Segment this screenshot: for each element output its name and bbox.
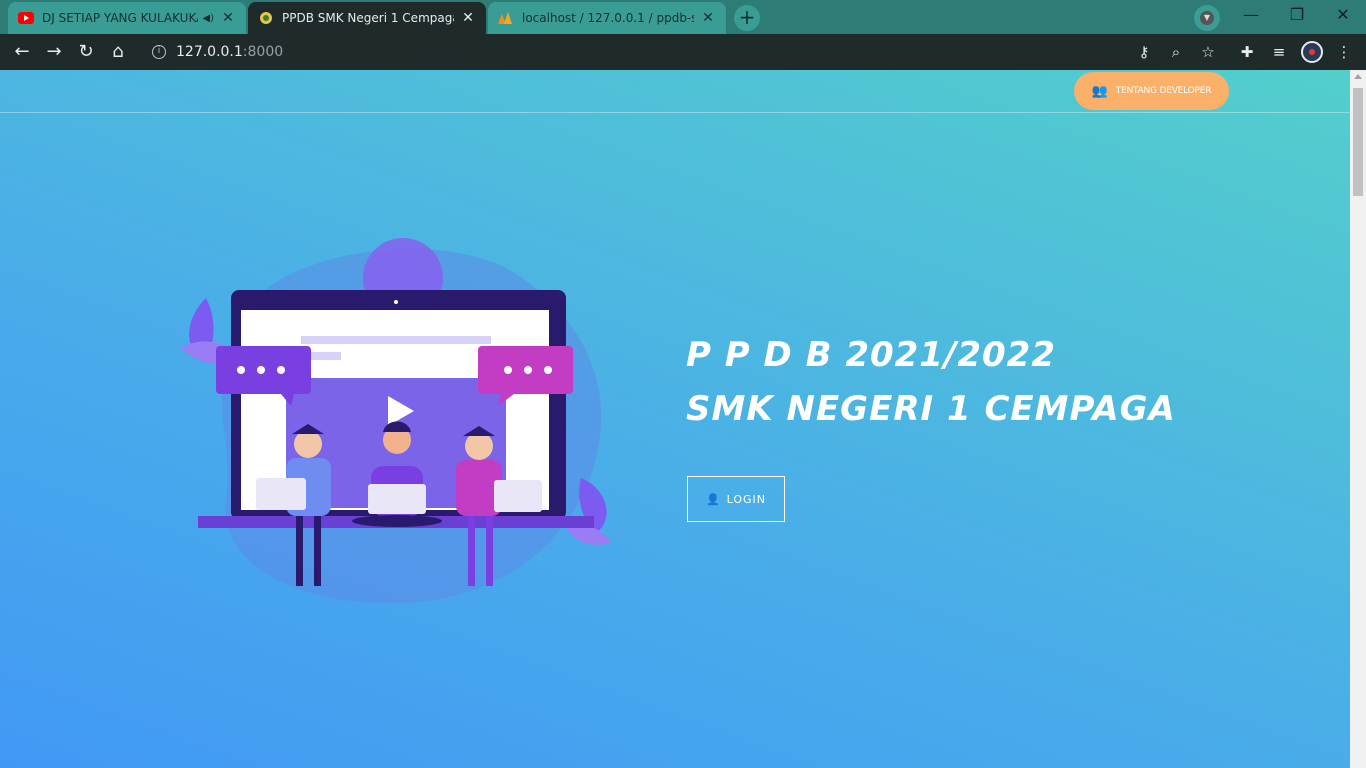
speaker-icon[interactable]: ◀︎) (202, 13, 214, 24)
user-icon: 👤 (705, 492, 721, 506)
media-queue-icon[interactable]: ≡ (1269, 42, 1289, 62)
bubble-dot (277, 366, 285, 374)
login-button[interactable]: 👤 LOGIN (687, 476, 785, 522)
close-tab-icon[interactable]: ✕ (460, 10, 476, 26)
minimize-button[interactable]: — (1228, 0, 1274, 30)
back-button[interactable]: ← (6, 36, 38, 68)
screen-bar-1 (301, 336, 491, 344)
bubble-dot (504, 366, 512, 374)
chevron-down-icon: ▼ (1200, 11, 1214, 25)
new-tab-button[interactable]: + (734, 5, 760, 31)
title-line-2: SMK NEGERI 1 CEMPAGA (686, 389, 1176, 429)
zoom-icon[interactable]: ⌕ (1166, 42, 1186, 62)
header-divider (0, 112, 1350, 113)
about-developer-label: TENTANG DEVELOPER (1115, 86, 1212, 96)
profile-avatar[interactable] (1301, 41, 1323, 63)
key-icon[interactable]: ⚷ (1134, 42, 1154, 62)
forward-button[interactable]: → (38, 36, 70, 68)
bubble-dot (544, 366, 552, 374)
address-host: 127.0.0.1 (176, 44, 243, 60)
login-label: LOGIN (726, 492, 767, 506)
menu-icon[interactable]: ⋮ (1334, 42, 1354, 62)
school-logo-icon (258, 10, 274, 26)
tab-search-button[interactable]: ▼ (1194, 5, 1220, 31)
site-info-icon[interactable]: i (152, 45, 166, 59)
bubble-dot (257, 366, 265, 374)
scrollbar-thumb[interactable] (1353, 88, 1363, 196)
tab-youtube[interactable]: DJ SETIAP YANG KULAKUKAN ◀︎) ✕ (8, 2, 246, 34)
tab-strip: DJ SETIAP YANG KULAKUKAN ◀︎) ✕ PPDB SMK … (0, 0, 1366, 34)
reload-button[interactable]: ↻ (70, 36, 102, 68)
extensions-icon[interactable]: ✚ (1237, 42, 1257, 62)
youtube-icon (18, 10, 34, 26)
star-icon[interactable]: ☆ (1198, 42, 1218, 62)
bubble-dot (524, 366, 532, 374)
camera-dot (394, 300, 398, 304)
address-bar[interactable]: i 127.0.0.1 :8000 (140, 37, 1230, 67)
phpmyadmin-icon (498, 10, 514, 26)
close-tab-icon[interactable]: ✕ (700, 10, 716, 26)
page-scrollbar[interactable] (1350, 70, 1366, 768)
window-controls: — ❐ ✕ (1228, 0, 1366, 34)
close-window-button[interactable]: ✕ (1320, 0, 1366, 30)
page-title: P P D B 2021/2022 SMK NEGERI 1 CEMPAGA (686, 328, 1176, 436)
home-button[interactable]: ⌂ (102, 36, 134, 68)
tab-title: PPDB SMK Negeri 1 Cempaga (282, 11, 454, 25)
address-port: :8000 (242, 44, 284, 60)
tab-title: localhost / 127.0.0.1 / ppdb-smk (522, 11, 694, 25)
restore-button[interactable]: ❐ (1274, 0, 1320, 30)
tab-phpmyadmin[interactable]: localhost / 127.0.0.1 / ppdb-smk ✕ (488, 2, 726, 34)
page-content: 👥 TENTANG DEVELOPER P P D B 2021/2022 SM… (0, 70, 1350, 768)
users-icon: 👥 (1091, 83, 1108, 99)
scroll-up-icon[interactable] (1354, 74, 1362, 79)
browser-toolbar: ← → ↻ ⌂ i 127.0.0.1 :8000 ⚷ ⌕ ☆ ✚ ≡ ⋮ (0, 34, 1366, 70)
tab-title: DJ SETIAP YANG KULAKUKAN (42, 11, 199, 25)
hero-illustration (181, 238, 611, 604)
about-developer-button[interactable]: 👥 TENTANG DEVELOPER (1074, 72, 1229, 110)
close-tab-icon[interactable]: ✕ (220, 10, 236, 26)
tab-ppdb[interactable]: PPDB SMK Negeri 1 Cempaga ✕ (248, 2, 486, 34)
title-line-1: P P D B 2021/2022 (686, 335, 1056, 375)
bubble-dot (237, 366, 245, 374)
